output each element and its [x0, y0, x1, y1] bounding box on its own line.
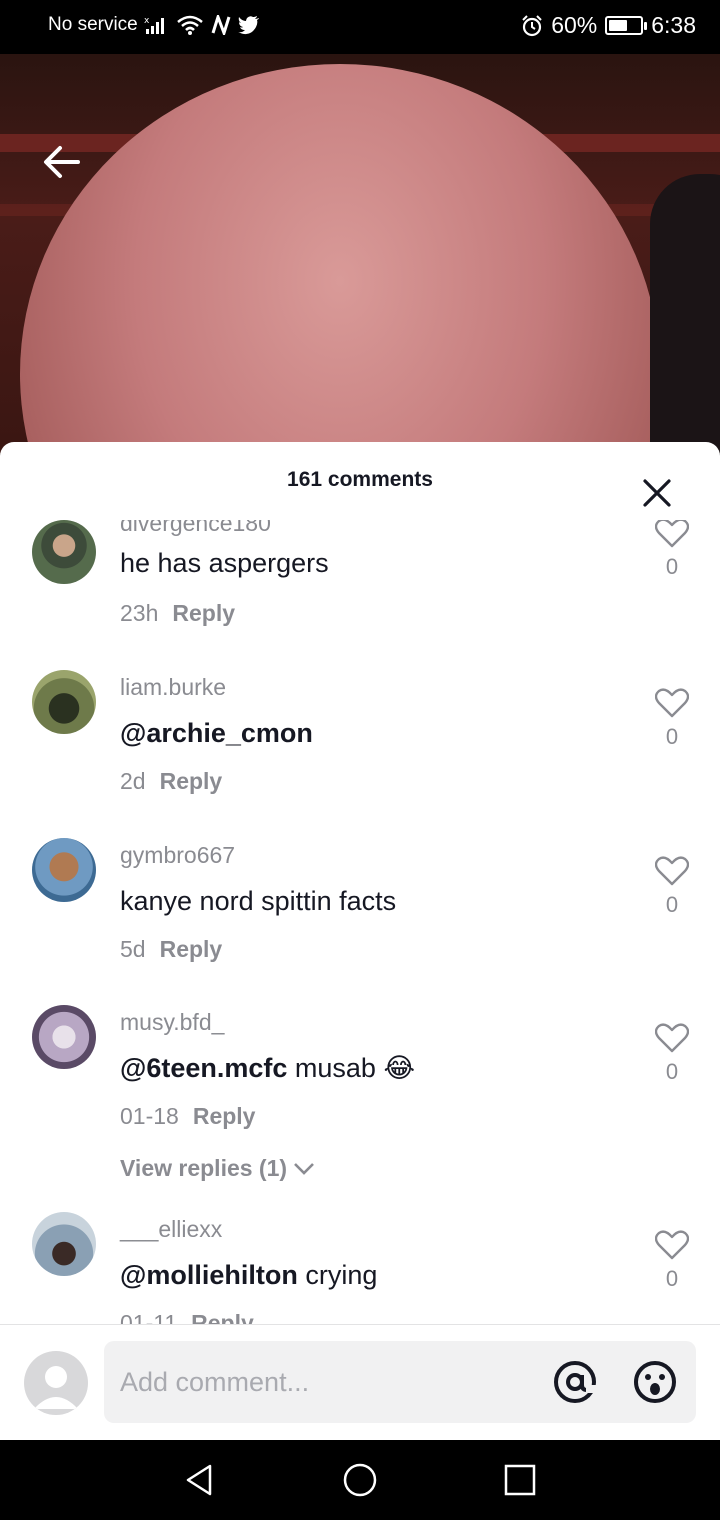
comment-meta: 2d Reply: [120, 768, 222, 795]
comment-time: 23h: [120, 600, 159, 626]
comment-count-title: 161 comments: [287, 468, 433, 491]
comment-username[interactable]: liam.burke: [120, 674, 226, 701]
reply-button[interactable]: Reply: [191, 1310, 254, 1324]
reply-button[interactable]: Reply: [160, 936, 223, 962]
comment-item: liam.burke @archie_cmon 2d Reply 0: [0, 670, 720, 820]
comment-input-wrapper: [104, 1341, 696, 1423]
comment-mention[interactable]: @molliehilton: [120, 1260, 298, 1290]
comment-time: 5d: [120, 936, 146, 962]
reply-button[interactable]: Reply: [160, 768, 223, 794]
reply-button[interactable]: Reply: [172, 600, 235, 626]
comment-username[interactable]: ___elliexx: [120, 1216, 222, 1243]
reply-button[interactable]: Reply: [193, 1103, 256, 1129]
comment-time: 01-18: [120, 1103, 179, 1129]
comment-composer: [0, 1324, 720, 1440]
system-navigation-bar: [0, 1440, 720, 1520]
carrier-label: No service: [48, 14, 138, 35]
comment-username[interactable]: musy.bfd_: [120, 1009, 224, 1036]
avatar[interactable]: [32, 520, 96, 584]
comment-input[interactable]: [120, 1341, 540, 1423]
comment-item: musy.bfd_ @6teen.mcfc musab 😂 01-18 Reply…: [0, 1005, 720, 1205]
comment-text: kanye nord spittin facts: [120, 886, 396, 917]
like-count: 0: [665, 1059, 679, 1084]
nav-home-icon[interactable]: [340, 1460, 380, 1500]
comment-meta: 01-18 Reply: [120, 1103, 255, 1130]
comments-sheet: 161 comments divergence180 he has asperg…: [0, 442, 720, 1440]
view-replies-label: View replies (1): [120, 1155, 288, 1181]
comment-mention[interactable]: @6teen.mcfc: [120, 1053, 287, 1083]
smiley-icon[interactable]: [632, 1359, 678, 1405]
view-replies-button[interactable]: View replies (1): [120, 1155, 315, 1182]
video-player[interactable]: [0, 54, 720, 454]
battery-icon: [605, 16, 648, 35]
like-button[interactable]: 0: [654, 856, 690, 918]
comment-body: he has aspergers: [120, 548, 329, 578]
comment-item: ___elliexx @molliehilton crying 01-11 Rep…: [0, 1212, 720, 1324]
nfc-icon: [211, 15, 231, 35]
status-bar: No service x 60% 6:38: [0, 0, 720, 54]
nav-recents-icon[interactable]: [500, 1460, 540, 1500]
like-count: 0: [665, 892, 679, 917]
comment-body: musab 😂: [287, 1053, 415, 1083]
avatar[interactable]: [32, 1005, 96, 1069]
like-button[interactable]: 0: [654, 1023, 690, 1085]
clock: 6:38: [651, 12, 696, 38]
battery-fill: [609, 20, 628, 31]
comment-list[interactable]: divergence180 he has aspergers 23h Reply …: [0, 520, 720, 1324]
like-count: 0: [665, 554, 679, 579]
heart-outline-icon: [655, 520, 689, 548]
avatar[interactable]: [32, 670, 96, 734]
comment-time: 2d: [120, 768, 146, 794]
like-button[interactable]: 0: [654, 688, 690, 750]
comment-body: kanye nord spittin facts: [120, 886, 397, 916]
battery-percent: 60%: [551, 12, 598, 38]
video-subject: [20, 64, 660, 454]
like-count: 0: [665, 724, 679, 749]
comment-time: 01-11: [120, 1310, 178, 1324]
chevron-down-icon: [294, 1162, 314, 1175]
comment-mention[interactable]: @archie_cmon: [120, 718, 313, 748]
comment-meta: 23h Reply: [120, 600, 235, 627]
heart-outline-icon: [655, 688, 689, 718]
comment-item: gymbro667 kanye nord spittin facts 5d Rep…: [0, 838, 720, 988]
close-icon[interactable]: [640, 476, 674, 510]
avatar[interactable]: [32, 1212, 96, 1276]
comment-username[interactable]: divergence180: [120, 520, 271, 537]
user-avatar[interactable]: [24, 1351, 88, 1415]
comment-text: @6teen.mcfc musab 😂: [120, 1053, 415, 1084]
default-avatar-icon: [34, 1366, 78, 1409]
wifi-icon: [176, 15, 203, 35]
comment-meta: 5d Reply: [120, 936, 222, 963]
at-sign-icon[interactable]: [552, 1359, 598, 1405]
status-right: 60% 6:38: [521, 12, 696, 39]
comment-body: crying: [297, 1260, 378, 1290]
avatar[interactable]: [32, 838, 96, 902]
comment-text: @archie_cmon: [120, 718, 313, 749]
comment-username[interactable]: gymbro667: [120, 842, 235, 869]
nav-back-icon[interactable]: [180, 1460, 220, 1500]
comment-item: divergence180 he has aspergers 23h Reply …: [0, 520, 720, 666]
video-headphone: [650, 174, 720, 454]
heart-outline-icon: [655, 1230, 689, 1260]
status-left: No service x: [48, 14, 260, 36]
like-button[interactable]: 0: [654, 520, 690, 580]
like-button[interactable]: 0: [654, 1230, 690, 1292]
heart-outline-icon: [655, 1023, 689, 1053]
twitter-icon: [237, 16, 259, 35]
svg-text:x: x: [144, 16, 150, 26]
comment-text: he has aspergers: [120, 548, 329, 579]
signal-icon: x: [144, 16, 164, 34]
heart-outline-icon: [655, 856, 689, 886]
comment-meta: 01-11 Reply: [120, 1310, 254, 1324]
comment-text: @molliehilton crying: [120, 1260, 377, 1291]
like-count: 0: [665, 1266, 679, 1291]
alarm-icon: [522, 14, 542, 36]
back-arrow-icon[interactable]: [38, 138, 86, 186]
